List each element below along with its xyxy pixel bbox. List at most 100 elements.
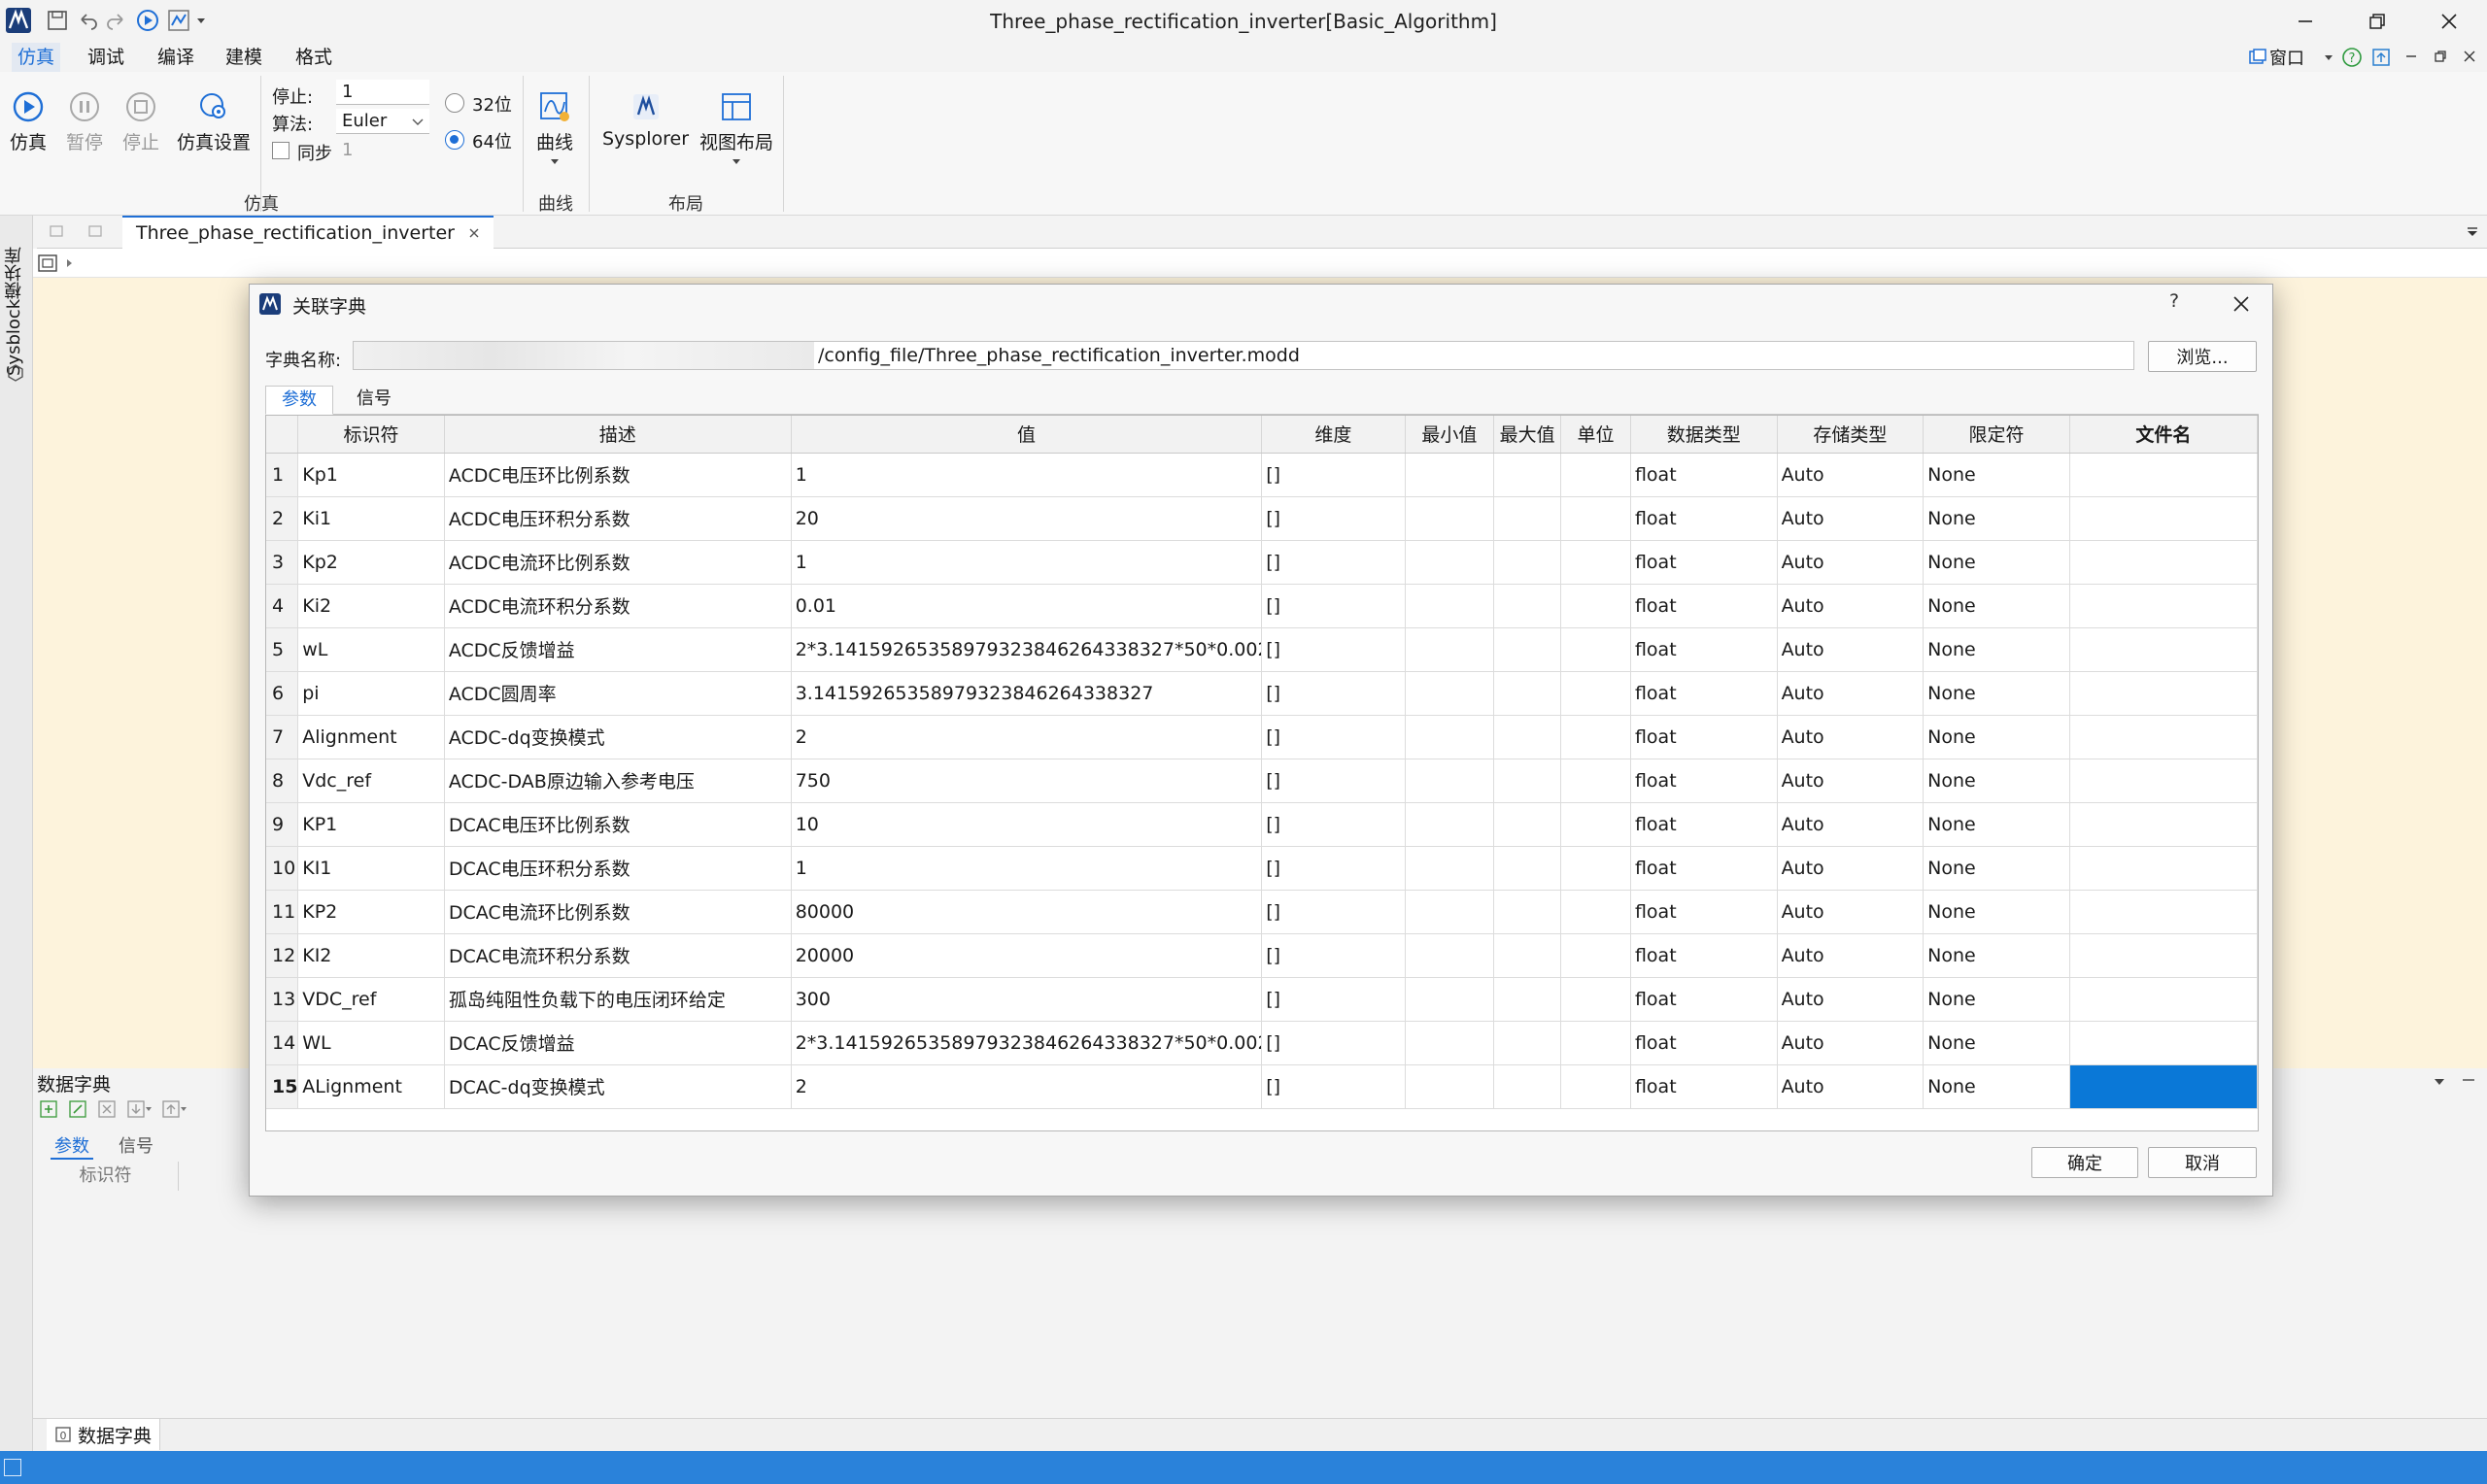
filename-cell[interactable] [2069,977,2258,1022]
unit-cell[interactable] [1560,671,1631,716]
max-cell[interactable] [1493,1064,1561,1109]
identifier-cell[interactable]: KI1 [297,846,445,891]
description-cell[interactable]: DCAC电流环积分系数 [444,933,792,978]
data-type-cell[interactable]: float [1630,715,1778,759]
filename-cell[interactable] [2069,496,2258,541]
max-cell[interactable] [1493,1021,1561,1065]
storage-type-cell[interactable]: Auto [1777,1021,1925,1065]
min-cell[interactable] [1405,890,1495,934]
dict-path-input[interactable]: /config_file/Three_phase_rectification_i… [353,341,2134,370]
description-cell[interactable]: ACDC电压环比例系数 [444,453,792,497]
add-item-icon[interactable] [39,1099,58,1119]
qualifier-cell[interactable]: None [1923,933,2070,978]
unit-cell[interactable] [1560,890,1631,934]
delete-item-icon[interactable] [97,1099,117,1119]
dimension-cell[interactable]: [] [1261,977,1406,1022]
min-cell[interactable] [1405,540,1495,585]
storage-type-cell[interactable]: Auto [1777,453,1925,497]
move-down-icon[interactable] [126,1099,152,1119]
sysplorer-button[interactable]: Sysplorer [602,85,689,150]
panel-close-icon[interactable] [2462,49,2477,64]
data-type-cell[interactable]: float [1630,453,1778,497]
qualifier-cell[interactable]: None [1923,977,2070,1022]
value-cell[interactable]: 3.14159265358979323846264338327 [791,671,1263,716]
tab-list-dropdown-icon[interactable] [2466,225,2479,239]
qualifier-cell[interactable]: None [1923,715,2070,759]
table-row[interactable]: 11 KP2 DCAC电流环比例系数 80000[] float Auto None [266,890,2258,934]
description-cell[interactable]: ACDC电压环积分系数 [444,496,792,541]
value-cell[interactable]: 1 [791,540,1263,585]
filename-cell[interactable] [2069,540,2258,585]
filename-cell[interactable] [2069,627,2258,672]
sync-checkbox[interactable] [272,142,290,159]
value-cell[interactable]: 20 [791,496,1263,541]
storage-type-cell[interactable]: Auto [1777,715,1925,759]
value-cell[interactable]: 1 [791,846,1263,891]
filename-cell[interactable] [2069,453,2258,497]
min-cell[interactable] [1405,977,1495,1022]
dimension-cell[interactable]: [] [1261,802,1406,847]
dict-tab-signals[interactable]: 信号 [119,1132,153,1158]
min-cell[interactable] [1405,627,1495,672]
dimension-cell[interactable]: [] [1261,715,1406,759]
description-cell[interactable]: ACDC电流环积分系数 [444,584,792,628]
data-type-cell[interactable]: float [1630,1021,1778,1065]
identifier-cell[interactable]: Kp1 [297,453,445,497]
header-identifier[interactable]: 标识符 [297,416,445,454]
max-cell[interactable] [1493,671,1561,716]
min-cell[interactable] [1405,933,1495,978]
menu-compile[interactable]: 编译 [152,43,200,72]
identifier-cell[interactable]: VDC_ref [297,977,445,1022]
max-cell[interactable] [1493,584,1561,628]
value-cell[interactable]: 20000 [791,933,1263,978]
panel-minimize-icon[interactable] [2403,49,2419,64]
max-cell[interactable] [1493,933,1561,978]
value-cell[interactable]: 10 [791,802,1263,847]
table-row[interactable]: 4 Ki2 ACDC电流环积分系数 0.01[] float Auto None [266,584,2258,628]
dialog-tab-signals[interactable]: 信号 [345,386,403,415]
menu-format[interactable]: 格式 [290,43,338,72]
menu-debug[interactable]: 调试 [82,43,130,72]
table-row[interactable]: 10 KI1 DCAC电压环积分系数 1[] float Auto None [266,846,2258,891]
identifier-cell[interactable]: KP1 [297,802,445,847]
simulation-settings-button[interactable]: 仿真设置 [177,85,251,154]
max-cell[interactable] [1493,759,1561,803]
min-cell[interactable] [1405,802,1495,847]
min-cell[interactable] [1405,1064,1495,1109]
storage-type-cell[interactable]: Auto [1777,627,1925,672]
header-storage-type[interactable]: 存储类型 [1777,416,1925,454]
stop-time-input[interactable]: 1 [336,80,429,105]
qualifier-cell[interactable]: None [1923,671,2070,716]
data-type-cell[interactable]: float [1630,1064,1778,1109]
max-cell[interactable] [1493,890,1561,934]
table-row[interactable]: 3 Kp2 ACDC电流环比例系数 1[] float Auto None [266,540,2258,585]
min-cell[interactable] [1405,1021,1495,1065]
data-type-cell[interactable]: float [1630,890,1778,934]
header-qualifier[interactable]: 限定符 [1923,416,2070,454]
min-cell[interactable] [1405,759,1495,803]
storage-type-cell[interactable]: Auto [1777,977,1925,1022]
qualifier-cell[interactable]: None [1923,496,2070,541]
description-cell[interactable]: DCAC电压环积分系数 [444,846,792,891]
cancel-button[interactable]: 取消 [2148,1147,2257,1178]
unit-cell[interactable] [1560,802,1631,847]
header-data-type[interactable]: 数据类型 [1630,416,1778,454]
max-cell[interactable] [1493,715,1561,759]
description-cell[interactable]: ACDC圆周率 [444,671,792,716]
filename-cell[interactable] [2069,846,2258,891]
data-type-cell[interactable]: float [1630,933,1778,978]
data-type-cell[interactable]: float [1630,802,1778,847]
unit-cell[interactable] [1560,453,1631,497]
identifier-cell[interactable]: Alignment [297,715,445,759]
identifier-cell[interactable]: KI2 [297,933,445,978]
header-min[interactable]: 最小值 [1405,416,1495,454]
menu-simulation[interactable]: 仿真 [12,43,61,72]
move-up-icon[interactable] [161,1099,187,1119]
panel-options-icon[interactable] [2433,1076,2446,1088]
panel-collapse-icon[interactable] [2462,1078,2475,1082]
description-cell[interactable]: DCAC反馈增益 [444,1021,792,1065]
min-cell[interactable] [1405,671,1495,716]
data-type-cell[interactable]: float [1630,846,1778,891]
identifier-cell[interactable]: Kp2 [297,540,445,585]
max-cell[interactable] [1493,802,1561,847]
